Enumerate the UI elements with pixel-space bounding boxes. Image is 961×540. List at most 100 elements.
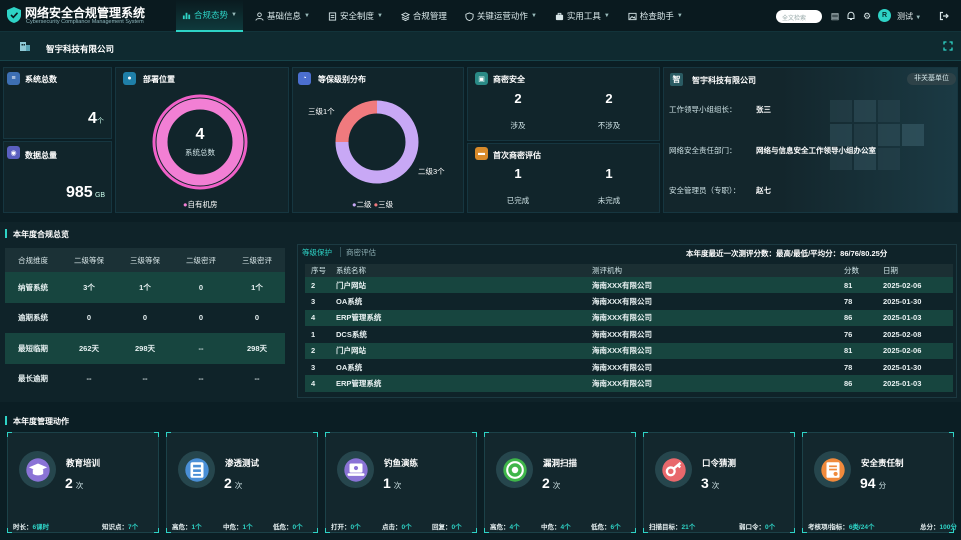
nav-label: 实用工具 (566, 11, 601, 21)
search-input[interactable]: 全文检索 (776, 10, 822, 23)
table-row[interactable]: 2 门户网站 海南XXX有限公司 81 2025-02-06 (305, 277, 953, 294)
grade-legend-l3: 三级 (378, 200, 394, 209)
table-cell: -- (142, 374, 148, 384)
user-name[interactable]: 测试 ▼ (897, 11, 921, 22)
action-stat-label: 考核项/指标： (808, 524, 849, 531)
nav-item-compliance-mgmt[interactable]: 合规管理 (395, 0, 453, 32)
icon-badge (655, 451, 692, 488)
table-cell: 298天 (229, 333, 285, 364)
corner-decoration (790, 432, 795, 437)
action-stat-value: 6类/24个 (848, 524, 875, 531)
compliance-title: 本年度合规总览 (13, 230, 69, 239)
system-total-number: 4 (88, 110, 97, 127)
nav-item-inspection-assistant[interactable]: 检查助手 ▼ (622, 0, 689, 32)
corner-decoration (484, 528, 489, 533)
action-name: 安全责任制 (861, 458, 904, 468)
grade-label-level3: 三级1个 (308, 107, 335, 116)
action-stat-value: 7个 (128, 524, 139, 531)
system-total-value: 4个 (88, 110, 104, 128)
table-cell: -- (173, 333, 229, 364)
data-total-label: 数据总量 (25, 151, 57, 160)
icon-badge (814, 451, 851, 488)
action-stat-label: 打开： (331, 524, 351, 531)
score-summary: 本年度最近一次测评分数：最高/最低/平均分：86/76/80.25分 (686, 249, 888, 258)
action-stat: 低危：6个 (591, 521, 621, 531)
org-row-key: 网络安全责任部门： (669, 146, 737, 155)
gear-icon[interactable]: ⚙ (861, 10, 873, 22)
target-icon (502, 457, 527, 482)
nav-item-key-operations[interactable]: 关键运营动作 ▼ (459, 0, 543, 32)
graduation-cap-icon (25, 457, 50, 482)
chevron-down-icon: ▼ (603, 13, 610, 19)
nav-item-tools[interactable]: 实用工具 ▼ (549, 0, 616, 32)
table-row[interactable]: 4 ERP管理系统 海南XXX有限公司 86 2025-01-03 (305, 309, 953, 327)
tab-level-protection[interactable]: 等级保护 (302, 247, 332, 258)
table-cell: 81 (838, 277, 877, 294)
action-card-responsibility[interactable]: 安全责任制 94 分考核项/指标：6类/24个 总分：100分 (802, 432, 957, 533)
nav-item-compliance-status[interactable]: 合规态势 ▼ (176, 0, 243, 32)
table-cell: 海南XXX有限公司 (592, 362, 653, 372)
action-stat-value: 6个 (610, 524, 621, 531)
table-cell: OA系统 (336, 297, 363, 307)
action-value-number: 2 (65, 475, 73, 491)
corner-decoration (166, 528, 171, 533)
action-card-pentest[interactable]: 渗透测试 2 次高危：1个 中危：1个 低危：0个 (166, 432, 318, 533)
table-header: 序号 (305, 264, 330, 277)
action-name: 口令猜测 (702, 458, 737, 468)
table-row[interactable]: 1 DCS系统 海南XXX有限公司 76 2025-02-08 (305, 326, 953, 342)
action-stat-label: 高危： (490, 524, 510, 531)
cube-illustration (830, 100, 924, 170)
nav-item-basic-info[interactable]: 基础信息 ▼ (249, 0, 316, 32)
table-row[interactable]: 3 OA系统 海南XXX有限公司 78 2025-01-30 (305, 293, 953, 309)
action-stat: 考核项/指标：6类/24个 (808, 521, 874, 531)
table-cell: 3 (311, 362, 316, 372)
notes-icon[interactable]: ▤ (829, 10, 841, 22)
data-total-unit: GB (94, 192, 106, 199)
certificate-icon (820, 457, 845, 482)
corner-decoration (802, 432, 807, 437)
fullscreen-icon[interactable] (943, 41, 953, 51)
chevron-down-icon: ▼ (231, 12, 237, 18)
action-stat-value: 0个 (401, 524, 412, 531)
table-cell: 门户网站 (330, 342, 586, 359)
action-value-number: 2 (224, 475, 232, 491)
action-card-phishing[interactable]: 钓鱼演练 1 次打开：0个 点击：0个 回复：0个 (325, 432, 477, 533)
table-cell: 海南XXX有限公司 (586, 375, 838, 392)
grade-donut-chart (335, 100, 419, 184)
table-cell: 0 (254, 313, 260, 323)
table-cell: 0 (86, 313, 92, 323)
org-row-key: 工作领导小组组长： (669, 105, 737, 114)
table-row: 逾期系统 0 0 0 0 (5, 303, 285, 334)
corner-decoration (166, 432, 171, 437)
nav-item-security-policy[interactable]: 安全制度 ▼ (322, 0, 389, 32)
table-cell: 海南XXX有限公司 (592, 329, 653, 339)
section-marker (5, 416, 7, 425)
action-card-vuln-scan[interactable]: 漏洞扫描 2 次高危：4个 中危：4个 低危：6个 (484, 432, 636, 533)
table-cell: 2025-01-30 (883, 362, 922, 372)
org-row-value: 张三 (756, 105, 771, 114)
bell-icon[interactable] (845, 10, 857, 22)
avatar[interactable]: R (878, 9, 891, 22)
table-row[interactable]: 3 OA系统 海南XXX有限公司 78 2025-01-30 (305, 359, 953, 375)
table-cell: 海南XXX有限公司 (586, 342, 838, 359)
crypto-done-label: 已完成 (506, 196, 530, 205)
table-row[interactable]: 4 ERP管理系统 海南XXX有限公司 86 2025-01-03 (305, 375, 953, 392)
corner-decoration (643, 528, 648, 533)
tab-crypto-eval[interactable]: 商密评估 (346, 247, 376, 258)
action-card-training[interactable]: 教育培训 2 次时长：6课时 知识点：7个 (7, 432, 159, 533)
corner-decoration (154, 528, 159, 533)
table-cell: -- (198, 374, 204, 384)
action-value-unit: 次 (711, 481, 720, 490)
location-icon: ● (123, 72, 136, 85)
action-stat: 回复：0个 (432, 521, 462, 531)
action-name: 渗透测试 (225, 458, 260, 468)
deploy-title: 部署位置 (143, 75, 175, 84)
icon-badge (337, 451, 374, 488)
table-row[interactable]: 2 门户网站 海南XXX有限公司 81 2025-02-06 (305, 342, 953, 359)
table-cell: 4 (305, 375, 330, 392)
table-header: 二级等保 (61, 248, 117, 272)
chevron-down-icon: ▼ (915, 15, 922, 21)
logout-icon[interactable] (938, 10, 950, 22)
action-value: 2次 (542, 475, 560, 491)
action-card-password-guess[interactable]: 口令猜测 3 次扫描目标：21个 弱口令：0个 (643, 432, 795, 533)
